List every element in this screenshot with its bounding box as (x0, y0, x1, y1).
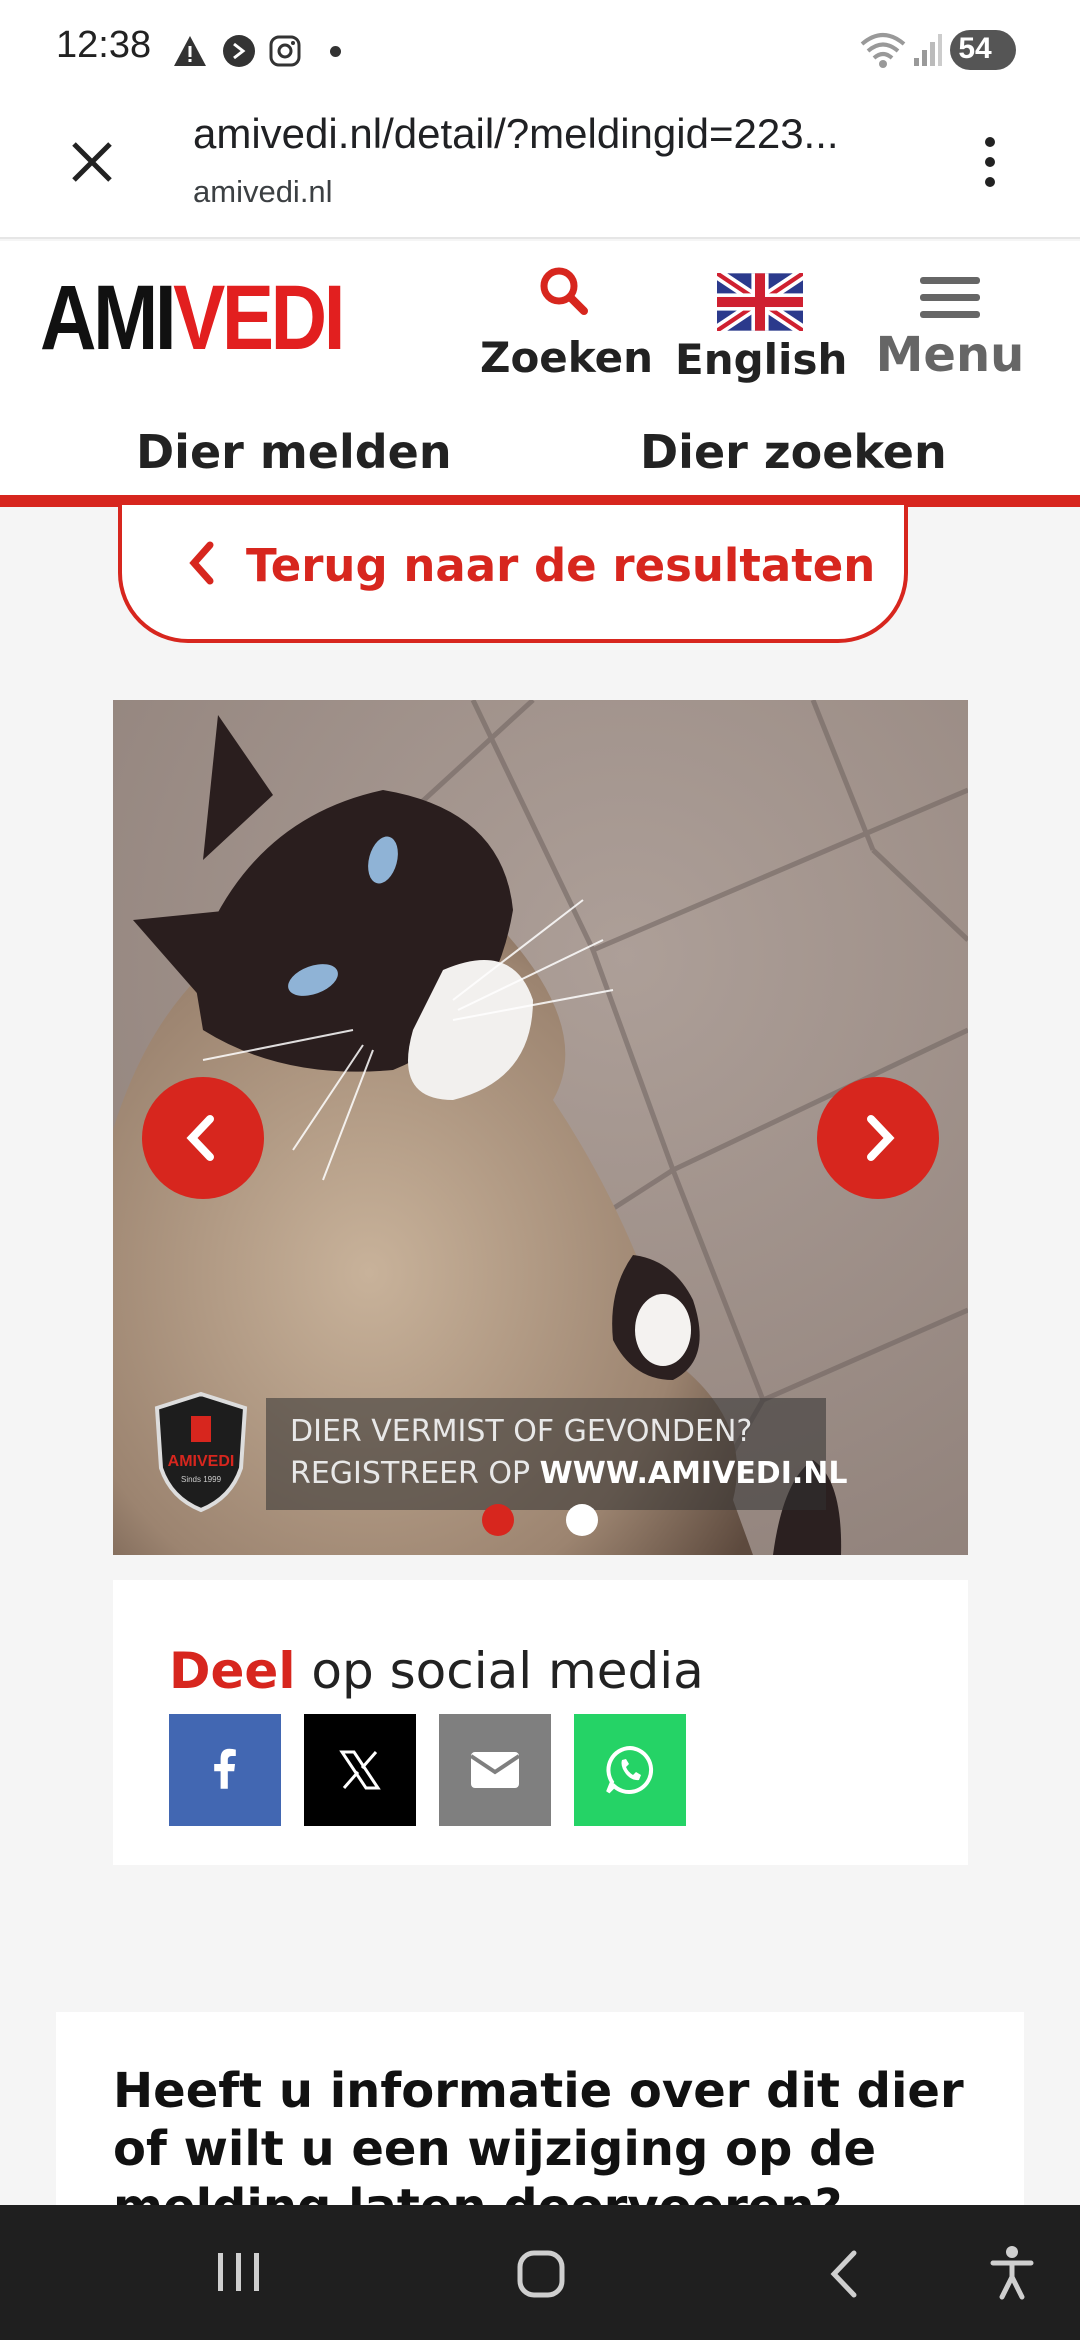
share-email-button[interactable] (439, 1714, 551, 1826)
watermark-line2-prefix: REGISTREER OP (290, 1456, 540, 1491)
back-to-results-label: Terug naar de resultaten (246, 539, 876, 592)
close-tab-icon[interactable] (70, 140, 114, 184)
share-title-rest: op social media (295, 1642, 704, 1700)
instagram-icon (269, 35, 301, 67)
menu-label: Menu (875, 327, 1025, 383)
x-icon (339, 1750, 381, 1790)
status-bar: 12:38 54 (0, 0, 1080, 96)
back-icon[interactable] (826, 2249, 860, 2299)
back-to-results-button[interactable]: Terug naar de resultaten (118, 505, 908, 643)
chevron-right-icon (867, 1115, 895, 1161)
chevron-left-icon (189, 541, 214, 585)
warning-icon (174, 36, 206, 66)
hamburger-icon (920, 277, 980, 318)
browser-toolbar: amivedi.nl/detail/?meldingid=223... amiv… (0, 96, 1080, 239)
menu-button[interactable]: Menu (870, 255, 1030, 395)
amivedi-shield-logo: AMIVEDI Sinds 1999 (154, 1391, 248, 1513)
logo-text-vedi: VEDI (173, 267, 345, 369)
watermark-banner: DIER VERMIST OF GEVONDEN? REGISTREER OP … (266, 1398, 848, 1510)
home-icon[interactable] (516, 2249, 566, 2299)
accessibility-icon[interactable] (990, 2245, 1034, 2301)
wifi-icon (860, 33, 906, 68)
url-domain: amivedi.nl (193, 174, 333, 209)
amivedi-logo[interactable]: AMIVEDI (40, 263, 345, 373)
share-facebook-button[interactable] (169, 1714, 281, 1826)
logo-text-ami: AMI (40, 267, 177, 369)
uk-flag-icon (717, 273, 803, 331)
url-text[interactable]: amivedi.nl/detail/?meldingid=223... (193, 110, 893, 158)
system-navigation-bar (0, 2205, 1080, 2340)
carousel-prev-button[interactable] (142, 1077, 264, 1199)
facebook-icon (214, 1748, 236, 1789)
animal-photo-carousel[interactable]: DIER VERMIST OF GEVONDEN? REGISTREER OP … (113, 700, 968, 1555)
signal-icon (914, 34, 942, 66)
share-whatsapp-button[interactable] (574, 1714, 686, 1826)
main-nav: Dier melden Dier zoeken (0, 399, 1080, 507)
language-label: English (675, 335, 848, 384)
carousel-dot-1[interactable] (482, 1504, 514, 1536)
site-header: AMIVEDI Zoeken English Menu (0, 241, 1080, 399)
chevron-left-icon (186, 1115, 214, 1161)
search-label: Zoeken (480, 333, 653, 382)
more-options-icon[interactable] (980, 132, 1000, 192)
share-title-strong: Deel (169, 1642, 296, 1700)
battery-level: 54 (958, 32, 992, 65)
carousel-next-button[interactable] (817, 1077, 939, 1199)
more-notifications-dot (330, 46, 341, 57)
search-icon (540, 267, 588, 315)
nav-search-animal[interactable]: Dier zoeken (640, 425, 947, 479)
app-notification-icon (223, 35, 255, 67)
language-button[interactable]: English (675, 255, 848, 395)
svg-text:Sinds 1999: Sinds 1999 (181, 1475, 222, 1484)
share-x-button[interactable] (304, 1714, 416, 1826)
status-time: 12:38 (56, 24, 152, 66)
search-button[interactable]: Zoeken (480, 255, 653, 395)
share-card: Deel op social media (113, 1580, 968, 1865)
share-title: Deel op social media (169, 1642, 704, 1700)
watermark-url: WWW.AMIVEDI.NL (539, 1456, 848, 1491)
email-icon (469, 1752, 521, 1788)
svg-text:AMIVEDI: AMIVEDI (168, 1453, 235, 1470)
carousel-dot-2[interactable] (566, 1504, 598, 1536)
battery-indicator: 54 (950, 30, 1016, 70)
nav-report-animal[interactable]: Dier melden (136, 425, 452, 479)
recent-apps-icon[interactable] (216, 2251, 262, 2293)
watermark-line1: DIER VERMIST OF GEVONDEN? (290, 1414, 753, 1449)
whatsapp-icon (606, 1745, 654, 1794)
watermark-line2: REGISTREER OP WWW.AMIVEDI.NL (290, 1456, 848, 1491)
